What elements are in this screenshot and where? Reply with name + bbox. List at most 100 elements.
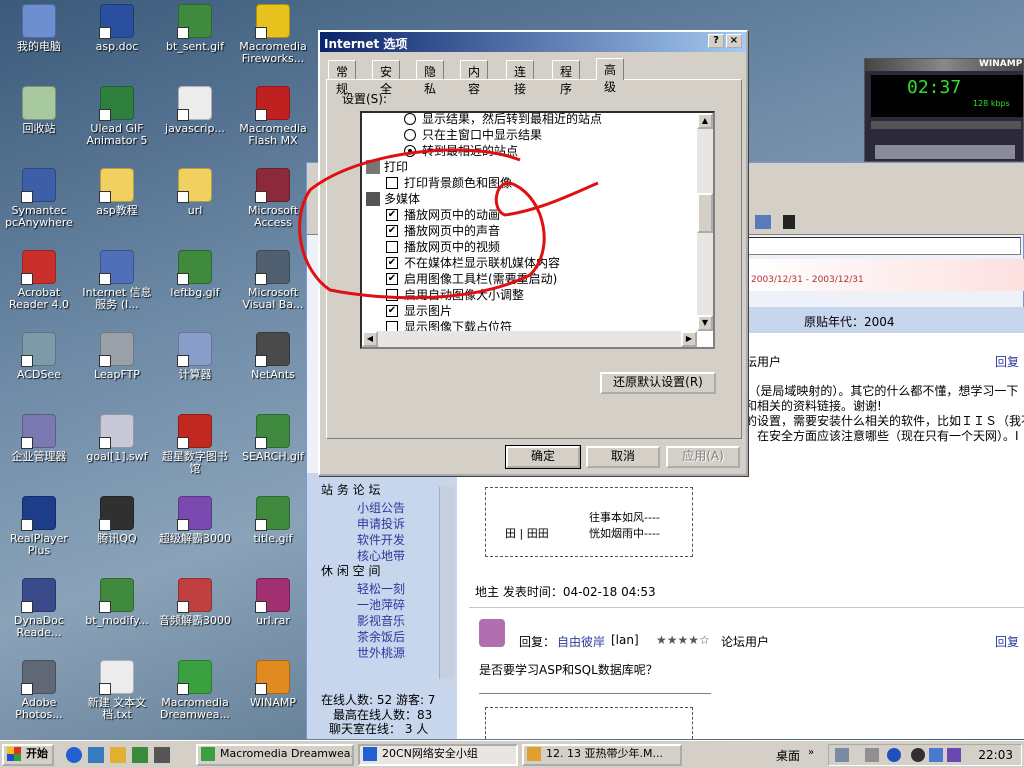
winamp-seekbar[interactable] — [871, 121, 1021, 129]
desktop-icon[interactable]: javascrip... — [156, 86, 234, 135]
scroll-left-icon[interactable]: ◀ — [362, 331, 378, 347]
checkbox[interactable]: ✔ — [386, 209, 398, 221]
tab-4[interactable]: 内容 — [460, 60, 489, 96]
desktop-icon[interactable]: LeapFTP — [78, 332, 156, 381]
desktop-icon[interactable]: Macromedia Fireworks... — [234, 4, 312, 65]
tab-2[interactable]: 安全 — [372, 60, 401, 96]
film-icon[interactable] — [154, 747, 170, 763]
checkbox[interactable]: ✔ — [386, 225, 398, 237]
desktop-icon[interactable]: Ulead GIF Animator 5 — [78, 86, 156, 147]
checkbox[interactable]: ✔ — [386, 273, 398, 285]
sidebar-link[interactable]: 影视音乐 — [357, 612, 405, 629]
apply-button[interactable]: 应用(A) — [666, 446, 740, 468]
desktop-icon[interactable]: 音频解霸3000 — [156, 578, 234, 627]
checkbox[interactable] — [386, 177, 398, 189]
tab-6[interactable]: 程序 — [552, 60, 581, 96]
dialog-titlebar[interactable]: Internet 选项 ? × — [320, 32, 746, 52]
desktop-icon[interactable]: RealPlayer Plus — [0, 496, 78, 557]
tray-app-icon[interactable] — [929, 748, 943, 762]
taskbar-task[interactable]: 12. 13 亚热带少年.M... — [522, 744, 682, 766]
desktop-icon[interactable]: bt_modify... — [78, 578, 156, 627]
help-tray-icon[interactable] — [887, 748, 901, 762]
winamp-player[interactable]: WINAMP 02:37 128 kbps — [864, 58, 1024, 162]
desktop-icon[interactable]: title.gif — [234, 496, 312, 545]
scroll-up-icon[interactable]: ▲ — [697, 113, 713, 129]
settings-vertical-scrollbar[interactable]: ▲ ▼ — [697, 113, 713, 331]
reply2-reply-link[interactable]: 回复 — [995, 633, 1019, 650]
help-button[interactable]: ? — [708, 34, 724, 48]
desktop-icon[interactable]: 腾讯QQ — [78, 496, 156, 545]
desktop-icon[interactable]: Microsoft Access — [234, 168, 312, 229]
sidebar-link[interactable]: 小组公告 — [357, 499, 405, 516]
desktop-icon[interactable]: Microsoft Visual Ba... — [234, 250, 312, 311]
desktop-icon[interactable]: goal[1].swf — [78, 414, 156, 463]
sidebar-scrollbar[interactable] — [439, 487, 455, 679]
desktop-icon[interactable]: 计算器 — [156, 332, 234, 381]
desktop-icon[interactable]: asp.doc — [78, 4, 156, 53]
radio-button[interactable] — [404, 129, 416, 141]
network-icon[interactable] — [835, 748, 849, 762]
sidebar-link[interactable]: 软件开发 — [357, 531, 405, 548]
taskbar-task[interactable]: 20CN网络安全小组 — [358, 744, 518, 766]
tray-app2-icon[interactable] — [947, 748, 961, 762]
clock[interactable]: 22:03 — [978, 748, 1013, 762]
desktop-icon[interactable]: 我的电脑 — [0, 4, 78, 53]
restore-defaults-button[interactable]: 还原默认设置(R) — [600, 372, 716, 394]
tab-7[interactable]: 高级 — [596, 58, 625, 94]
desktop-icon[interactable]: Adobe Photos... — [0, 660, 78, 721]
desktop-icon[interactable]: 超星数字图书馆 — [156, 414, 234, 475]
desktop-icon[interactable]: 新建 文本文档.txt — [78, 660, 156, 721]
desktop-icon[interactable]: 企业管理器 — [0, 414, 78, 463]
desktop-icon[interactable]: Macromedia Dreamwea... — [156, 660, 234, 721]
toolbar-icon-person[interactable] — [783, 215, 795, 229]
desktop-icon[interactable]: SEARCH.gif — [234, 414, 312, 463]
cancel-button[interactable]: 取消 — [586, 446, 660, 468]
desktop-icon[interactable]: 回收站 — [0, 86, 78, 135]
desktop-icon[interactable]: Macromedia Flash MX — [234, 86, 312, 147]
volume-icon[interactable] — [865, 748, 879, 762]
desktop-icon[interactable]: DynaDoc Reade... — [0, 578, 78, 639]
desktop-icon[interactable]: url — [156, 168, 234, 217]
sidebar-link[interactable]: 申请投诉 — [357, 515, 405, 532]
desktop-icon[interactable]: url.rar — [234, 578, 312, 627]
tab-1[interactable]: 常规 — [328, 60, 357, 96]
media-icon[interactable] — [132, 747, 148, 763]
desktop-icon[interactable]: Internet 信息服务 (I... — [78, 250, 156, 311]
sidebar-link[interactable]: 一池萍碎 — [357, 596, 405, 613]
desktop-toolbar-label[interactable]: 桌面 — [776, 747, 800, 764]
show-desktop-icon[interactable] — [110, 747, 126, 763]
desktop-icon[interactable]: bt_sent.gif — [156, 4, 234, 53]
checkbox[interactable] — [386, 241, 398, 253]
radio-button[interactable] — [404, 145, 416, 157]
checkbox[interactable]: ✔ — [386, 257, 398, 269]
desktop-toolbar-chevron-icon[interactable]: » — [808, 747, 814, 758]
sidebar-link[interactable]: 茶余饭后 — [357, 628, 405, 645]
address-bar[interactable] — [747, 237, 1021, 255]
close-button[interactable]: × — [726, 34, 742, 48]
desktop-icon[interactable]: leftbg.gif — [156, 250, 234, 299]
outlook-icon[interactable] — [88, 747, 104, 763]
desktop-icon[interactable]: WINAMP — [234, 660, 312, 709]
tab-5[interactable]: 连接 — [506, 60, 535, 96]
tab-3[interactable]: 隐私 — [416, 60, 445, 96]
desktop-icon[interactable]: Acrobat Reader 4.0 — [0, 250, 78, 311]
sidebar-link[interactable]: 世外桃源 — [357, 644, 405, 661]
start-button[interactable]: 开始 — [2, 744, 54, 766]
settings-list[interactable]: 显示结果，然后转到最相近的站点 只在主窗口中显示结果 转到最相近的站点 打印 打印背景颜… — [360, 111, 715, 349]
checkbox[interactable]: ✔ — [386, 305, 398, 317]
desktop-icon[interactable]: asp教程 — [78, 168, 156, 217]
desktop-icon[interactable]: ACDSee — [0, 332, 78, 381]
settings-horizontal-scrollbar[interactable]: ◀ ▶ — [362, 331, 697, 347]
ok-button[interactable]: 确定 — [505, 445, 581, 469]
reply2-user[interactable]: 自由彼岸 — [557, 633, 605, 650]
taskbar-task[interactable]: Macromedia Dreamwea... — [196, 744, 354, 766]
scroll-thumb[interactable] — [697, 193, 713, 233]
desktop-icon[interactable]: NetAnts — [234, 332, 312, 381]
radio-button[interactable] — [404, 113, 416, 125]
checkbox[interactable] — [386, 289, 398, 301]
scroll-right-icon[interactable]: ▶ — [681, 331, 697, 347]
reply-link[interactable]: 回复 — [995, 353, 1019, 370]
desktop-icon[interactable]: Symantec pcAnywhere — [0, 168, 78, 229]
ie-icon[interactable] — [66, 747, 82, 763]
winamp-controls[interactable] — [875, 145, 1015, 159]
